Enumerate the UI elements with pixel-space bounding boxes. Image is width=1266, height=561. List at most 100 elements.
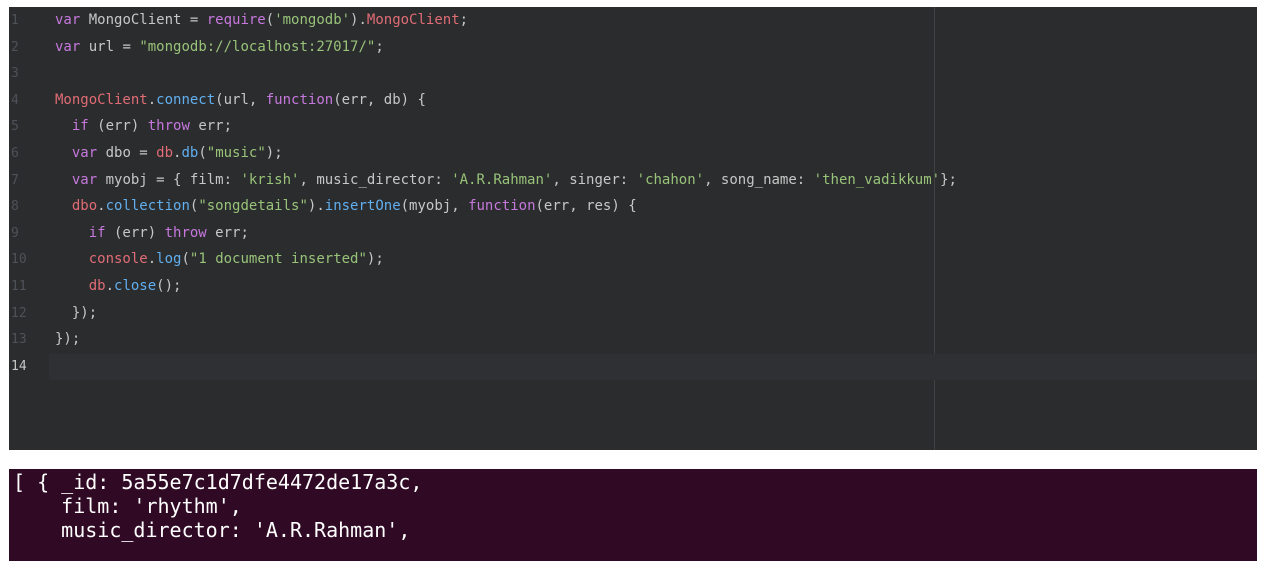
terminal-line: film: 'rhythm', [13,494,242,518]
code-token: , music_director: [299,171,452,188]
code-token: connect [156,91,216,108]
code-token: "songdetails" [198,198,308,215]
code-text: dbo.collection("songdetails").insertOne(… [55,193,637,219]
code-token: dbo = [97,145,157,161]
code-token: }; [940,171,957,188]
code-text: db.close(); [55,273,182,299]
code-token: ( [198,145,207,161]
code-token: err; [206,224,249,241]
code-line: 7 var myobj = { film: 'krish', music_dir… [9,167,1257,193]
code-text: console.log("1 document inserted"); [55,246,384,272]
code-token: var [71,145,98,161]
code-token: (); [156,278,182,294]
code-token: dbo [71,198,98,215]
code-line: 10 console.log("1 document inserted"); [9,246,1257,272]
code-token: ( [181,251,190,268]
code-line: 5 if (err) throw err; [9,113,1257,139]
code-token: (url, [215,91,266,108]
code-token: . [97,198,106,215]
code-token: throw [164,224,207,241]
code-token: myobj = { film: [97,171,241,188]
code-token: 'A.R.Rahman' [451,171,553,188]
code-token: if [88,224,106,241]
code-line: 8 dbo.collection("songdetails").insertOn… [9,193,1257,219]
code-token: function [468,198,536,215]
code-line: 4 MongoClient.connect(url, function(err, … [9,87,1257,113]
code-token: ; [459,12,469,28]
code-token: . [105,278,115,294]
code-line: 2 var url = "mongodb://localhost:27017/"; [9,34,1257,60]
code-token: db [156,145,174,161]
code-token: ). [350,12,367,28]
code-token: db [88,278,106,294]
code-text: var url = "mongodb://localhost:27017/"; [55,34,384,60]
line-number: 13 [11,332,27,348]
code-token: ; [375,38,384,55]
terminal-line: music_director: 'A.R.Rahman', [13,518,411,542]
code-token: db [181,145,199,161]
line-number: 10 [11,252,27,268]
code-token: "mongodb://localhost:27017/" [139,38,376,55]
code-token: ); [366,251,384,268]
code-token: MongoClient [55,91,148,108]
code-line: 3 [9,60,1257,86]
code-token: close [114,278,157,294]
line-number: 11 [11,279,27,294]
code-token: . [147,91,157,108]
line-number: 14 [11,358,27,374]
code-token: insertOne [324,198,401,215]
line-number: 2 [11,39,19,55]
code-line: 1 var MongoClient = require('mongodb').Mo… [9,7,1257,33]
code-token: throw [147,118,190,135]
code-text: if (err) throw err; [55,113,232,139]
line-number: 5 [11,119,19,135]
code-editor[interactable]: 1 var MongoClient = require('mongodb').Mo… [9,7,1257,450]
code-text: MongoClient.connect(url, function(err, d… [55,87,426,113]
code-token: url = [80,38,140,55]
line-number: 7 [11,172,19,188]
code-token: }); [55,331,81,348]
code-token: , song_name: [704,171,814,188]
code-token: "music" [206,145,266,161]
code-token: console [88,251,148,268]
code-token: ( [265,12,275,28]
code-token: (err, res) { [535,198,637,215]
code-token: err; [189,118,233,135]
code-token: var [55,12,81,28]
line-number: 3 [11,66,19,82]
line-number: 6 [11,146,19,161]
code-line: 11 db.close(); [9,273,1257,299]
code-token: (err) [88,118,148,135]
terminal-output[interactable]: [ { _id: 5a55e7c1d7dfe4472de17a3c, film:… [9,469,1257,561]
code-token: . [147,251,157,268]
code-line: 13}); [9,326,1257,352]
code-token: MongoClient [366,12,460,28]
code-line: 9 if (err) throw err; [9,220,1257,246]
code-token: "1 document inserted" [189,251,367,268]
line-number: 9 [11,225,19,241]
code-token: 'krish' [240,171,300,188]
code-token: require [206,12,266,28]
code-token: collection [105,198,190,215]
code-token: ); [265,145,283,161]
line-number: 12 [11,305,27,321]
code-token: log [156,251,182,268]
code-token: (err) [105,224,165,241]
code-token: , singer: [552,171,637,188]
code-token: function [265,91,334,108]
line-number: 4 [11,92,19,108]
line-number: 8 [11,199,19,215]
code-text: var MongoClient = require('mongodb').Mon… [55,7,468,33]
code-token: 'chahon' [636,171,705,188]
code-text: }); [55,326,80,352]
terminal-line: [ { _id: 5a55e7c1d7dfe4472de17a3c, [13,470,423,494]
line-number: 1 [11,13,19,28]
code-token: var [71,171,98,188]
